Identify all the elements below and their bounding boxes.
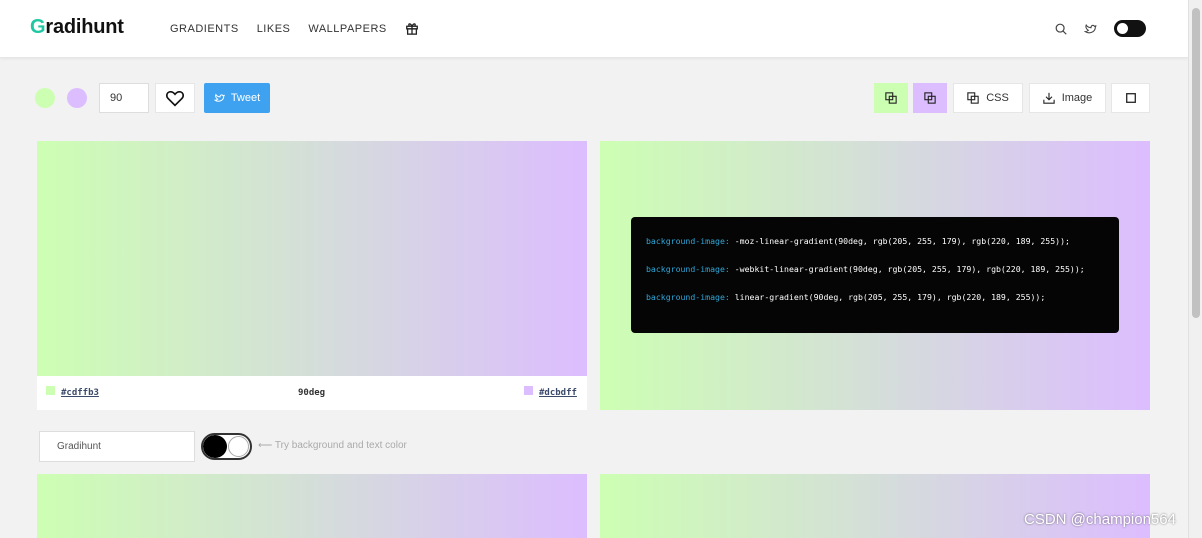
top-navbar: Gradihunt GRADIENTS LIKES WALLPAPERS — [0, 0, 1188, 58]
main-nav: GRADIENTS LIKES WALLPAPERS — [170, 21, 419, 35]
copy-css-button[interactable]: CSS — [953, 83, 1023, 113]
color2-hex-link[interactable]: #dcbdff — [539, 388, 577, 398]
heart-icon — [165, 90, 185, 107]
nav-likes[interactable]: LIKES — [257, 23, 291, 35]
logo[interactable]: Gradihunt — [30, 16, 124, 39]
code-line: background-image: -webkit-linear-gradien… — [646, 264, 1085, 274]
color1-swatch[interactable] — [35, 88, 55, 108]
copy-color1-button[interactable] — [874, 83, 908, 113]
code-line: background-image: -moz-linear-gradient(9… — [646, 236, 1070, 246]
dark-mode-toggle[interactable] — [1114, 20, 1146, 37]
tweet-label: Tweet — [230, 92, 261, 104]
degree-label: 90deg — [298, 388, 326, 398]
nav-gradients[interactable]: GRADIENTS — [170, 23, 239, 35]
image-label: Image — [1061, 92, 1093, 104]
gradient-preview-2[interactable] — [37, 474, 587, 538]
tweet-button[interactable]: Tweet — [204, 83, 270, 113]
nav-wallpapers[interactable]: WALLPAPERS — [308, 23, 386, 35]
gift-icon[interactable] — [405, 21, 419, 35]
color2-swatch[interactable] — [67, 88, 87, 108]
copy-color2-button[interactable] — [913, 83, 947, 113]
copy-icon — [967, 92, 979, 104]
color1-hex-link[interactable]: #cdffb3 — [61, 388, 99, 398]
gradient-preview-3[interactable] — [600, 474, 1150, 538]
scrollbar-thumb[interactable] — [1192, 8, 1200, 318]
color1-chip — [46, 386, 55, 395]
css-label: CSS — [986, 92, 1009, 104]
square-icon — [1125, 93, 1136, 103]
copy-icon — [924, 92, 936, 104]
preview-text-input[interactable]: Gradihunt — [39, 431, 195, 462]
try-colors-hint: ⟵ Try background and text color — [258, 440, 407, 451]
css-code-block[interactable]: background-image: -moz-linear-gradient(9… — [631, 217, 1119, 333]
color2-chip — [524, 386, 533, 395]
copy-icon — [885, 92, 897, 104]
watermark: CSDN @champion564 — [1024, 511, 1176, 528]
fullscreen-button[interactable] — [1111, 83, 1150, 113]
gradient-info-bar: #cdffb3 90deg #dcbdff — [37, 376, 587, 410]
code-line: background-image: linear-gradient(90deg,… — [646, 292, 1046, 302]
download-image-button[interactable]: Image — [1029, 83, 1106, 113]
page-scrollbar[interactable] — [1188, 0, 1202, 538]
twitter-icon — [213, 93, 225, 102]
header-actions — [1054, 20, 1146, 37]
twitter-icon[interactable] — [1084, 22, 1098, 36]
text-color-toggle[interactable] — [201, 433, 252, 460]
search-icon[interactable] — [1054, 22, 1068, 36]
like-button[interactable] — [155, 83, 195, 113]
download-icon — [1043, 92, 1055, 104]
gradient-preview[interactable] — [37, 141, 587, 376]
degree-input[interactable]: 90 — [99, 83, 149, 113]
